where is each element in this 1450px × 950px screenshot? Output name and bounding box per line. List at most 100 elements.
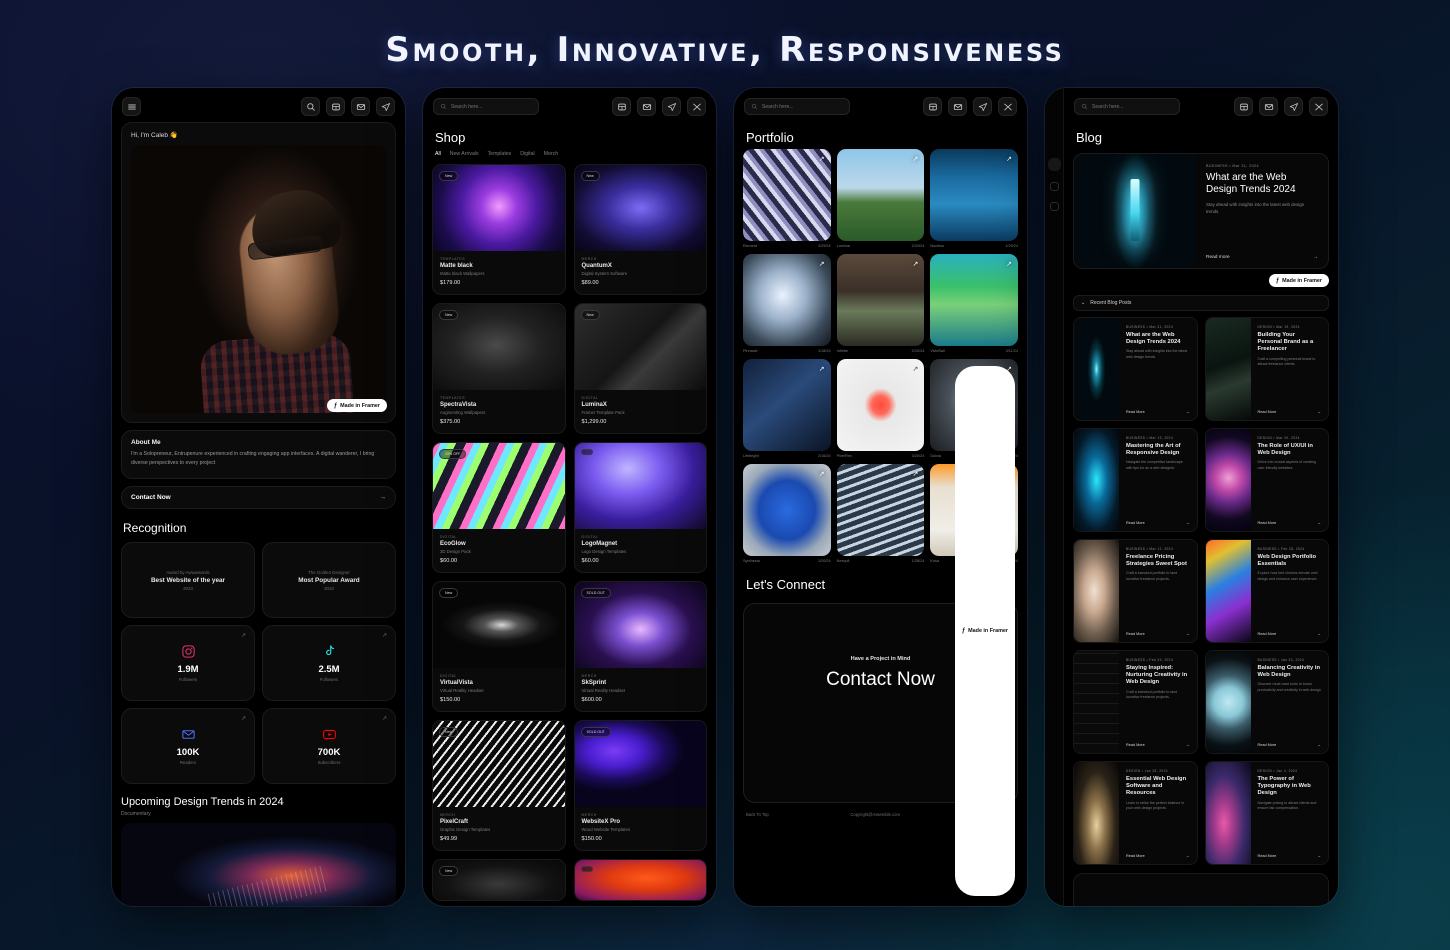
mail-icon[interactable] (1259, 97, 1278, 116)
portfolio-item[interactable]: ↗ Nucleus1/29/24 (930, 149, 1018, 248)
blog-post-card[interactable]: BUSINESS • Mar 13, 2024 Mastering the Ar… (1073, 428, 1198, 532)
send-icon[interactable] (662, 97, 681, 116)
product-card[interactable]: New DIGITAL LuminaX Framer Template Pack… (574, 303, 708, 434)
product-card[interactable]: New (432, 859, 566, 901)
portfolio-item[interactable]: ↗ Pinnacle1/18/24 (743, 254, 831, 353)
stat-card-tiktok[interactable]: ↗ 2.5M Followers (262, 625, 396, 701)
portfolio-item[interactable]: ↗ VividSail3/11/24 (930, 254, 1018, 353)
portfolio-item[interactable]: ↗ Lifebright2/16/24 (743, 359, 831, 458)
product-desc: Framer Template Pack (582, 410, 700, 415)
product-card[interactable] (574, 859, 708, 901)
shuffle-icon[interactable] (687, 97, 706, 116)
product-card[interactable]: New DIGITAL VirtualVista Virtual Reality… (432, 581, 566, 712)
blog-post-image (1206, 429, 1251, 531)
portfolio-image: ↗ (930, 149, 1018, 241)
blog-post-card[interactable]: BUSINESS • Mar 31, 2024 What are the Web… (1073, 317, 1198, 421)
blog-read-more[interactable]: Read More→ (1126, 632, 1190, 636)
product-card[interactable]: New TEMPLATES Matte black Matte black Wa… (432, 164, 566, 295)
blog-read-more[interactable]: Read More→ (1258, 854, 1322, 858)
blog-post-card[interactable]: DESIGN • Mar 20, 2024 The Role of UX/UI … (1205, 428, 1330, 532)
gift-icon[interactable] (923, 97, 942, 116)
portfolio-item[interactable]: ↗ Synthesia1/20/24 (743, 464, 831, 563)
mail-icon[interactable] (948, 97, 967, 116)
stat-card-newsletter[interactable]: ↗ 100K Readers (121, 708, 255, 784)
blog-post-card[interactable]: BUSINESS • Feb 28, 2024 Web Design Portf… (1205, 539, 1330, 643)
recent-posts-header[interactable]: ⌄ Recent Blog Posts (1073, 295, 1329, 311)
clock-icon[interactable] (1050, 202, 1059, 211)
made-in-framer-badge[interactable]: ƒ Made in Framer (327, 399, 387, 412)
send-icon[interactable] (973, 97, 992, 116)
external-link-icon: ↗ (1006, 260, 1012, 268)
blog-post-card[interactable]: DESIGN • Jan 4, 2024 The Power of Typogr… (1205, 761, 1330, 865)
search-field[interactable] (451, 104, 532, 110)
tab-digital[interactable]: Digital (520, 151, 534, 157)
shuffle-icon[interactable] (998, 97, 1017, 116)
product-card[interactable]: SOLD OUT MERCH WebsiteX Pro Wood Website… (574, 720, 708, 851)
portfolio-item[interactable]: ↗ Infinite2/10/24 (837, 254, 925, 353)
portfolio-item[interactable]: ↗ Luminar2/2/024 (837, 149, 925, 248)
gift-icon[interactable] (326, 97, 345, 116)
mail-icon[interactable] (637, 97, 656, 116)
blog-post-title: Building Your Personal Brand as a Freela… (1258, 332, 1322, 354)
shop-device-panel: Shop All New Arrivals Templates Digital … (423, 88, 716, 906)
tab-all[interactable]: All (435, 151, 441, 157)
award-card[interactable]: The Golden Designer Most Popular Award 2… (262, 542, 396, 618)
made-in-framer-badge[interactable]: ƒ Made in Framer (955, 366, 1015, 896)
featured-read-more[interactable]: Read more → (1206, 255, 1318, 260)
product-card[interactable]: 25% OFF DIGITAL EcoGlow 3D Design Pack $… (432, 442, 566, 573)
portfolio-item[interactable]: ↗ PixelFlex3/20/24 (837, 359, 925, 458)
product-card[interactable]: New TEMPLATES SpectraVista Augmenting Wa… (432, 303, 566, 434)
blog-read-more[interactable]: Read More→ (1258, 743, 1322, 747)
stat-card-instagram[interactable]: ↗ 1.9M Followers (121, 625, 255, 701)
search-input[interactable] (433, 98, 539, 115)
blog-read-more[interactable]: Read More→ (1126, 743, 1190, 747)
gift-icon[interactable] (612, 97, 631, 116)
send-icon[interactable] (1284, 97, 1303, 116)
blog-post-card[interactable]: DESIGN • Jan 28, 2024 Essential Web Desi… (1073, 761, 1198, 865)
portfolio-item[interactable]: ↗ Nexquil1/28/24 (837, 464, 925, 563)
gift-icon[interactable] (1234, 97, 1253, 116)
shuffle-icon[interactable] (1309, 97, 1328, 116)
blog-post-card[interactable]: BUSINESS • Jan 30, 2024 Balancing Creati… (1205, 650, 1330, 754)
tab-new-arrivals[interactable]: New Arrivals (450, 151, 479, 157)
made-in-framer-badge[interactable]: ƒ Made in Framer (1269, 274, 1329, 287)
external-link-icon: ↗ (912, 470, 918, 478)
blog-read-more[interactable]: Read More→ (1126, 410, 1190, 414)
tab-merch[interactable]: Merch (544, 151, 558, 157)
award-card[interactable]: Award by Awwwwards Best Website of the y… (121, 542, 255, 618)
mail-icon[interactable] (351, 97, 370, 116)
search-icon[interactable] (301, 97, 320, 116)
blog-read-more[interactable]: Read More→ (1126, 854, 1190, 858)
blog-post-card[interactable]: BUSINESS • Mar 12, 2024 Freelance Pricin… (1073, 539, 1198, 643)
blog-post-title: Essential Web Design Software and Resour… (1126, 776, 1190, 798)
featured-post-card[interactable]: BUSINESS • Mar 31, 2024 What are the Web… (1073, 153, 1329, 269)
send-icon[interactable] (376, 97, 395, 116)
product-card[interactable]: New MERCH PixelCraft Graphic Design Temp… (432, 720, 566, 851)
product-category: DIGITAL (440, 535, 558, 539)
portfolio-item[interactable]: ↗ Element2/29/24 (743, 149, 831, 248)
back-to-top-link[interactable]: Back To Top (746, 812, 769, 817)
stat-card-youtube[interactable]: ↗ 700K Subscribers (262, 708, 396, 784)
search-field[interactable] (762, 104, 843, 110)
blog-read-more[interactable]: Read More→ (1258, 632, 1322, 636)
portfolio-date: 2/29/24 (818, 244, 831, 248)
blog-read-more[interactable]: Read More→ (1258, 410, 1322, 414)
blog-read-more[interactable]: Read More→ (1126, 521, 1190, 525)
blog-post-card[interactable]: DESIGN • Mar 19, 2024 Building Your Pers… (1205, 317, 1330, 421)
product-card[interactable]: New MERCH QuantumX Digital System Softwa… (574, 164, 708, 295)
sidebar-pill[interactable] (1048, 158, 1061, 171)
search-input[interactable] (1074, 98, 1180, 115)
arrow-right-icon: → (1317, 743, 1321, 747)
blog-read-more[interactable]: Read More→ (1258, 521, 1322, 525)
contact-now-button[interactable]: Contact Now → (121, 486, 396, 509)
search-field[interactable] (1092, 104, 1173, 110)
stat-label: Followers (320, 677, 338, 682)
product-card[interactable]: SOLD OUT MERCH SkSprint Virtual Reality … (574, 581, 708, 712)
product-card[interactable]: DIGITAL LogoMagnet Logo Design Templates… (574, 442, 708, 573)
blog-post-card[interactable]: BUSINESS • Feb 29, 2024 Staying Inspired… (1073, 650, 1198, 754)
search-input[interactable] (744, 98, 850, 115)
framer-logo-icon: ƒ (334, 403, 337, 409)
gear-icon[interactable] (1050, 182, 1059, 191)
hamburger-menu-icon[interactable] (122, 97, 141, 116)
tab-templates[interactable]: Templates (488, 151, 512, 157)
